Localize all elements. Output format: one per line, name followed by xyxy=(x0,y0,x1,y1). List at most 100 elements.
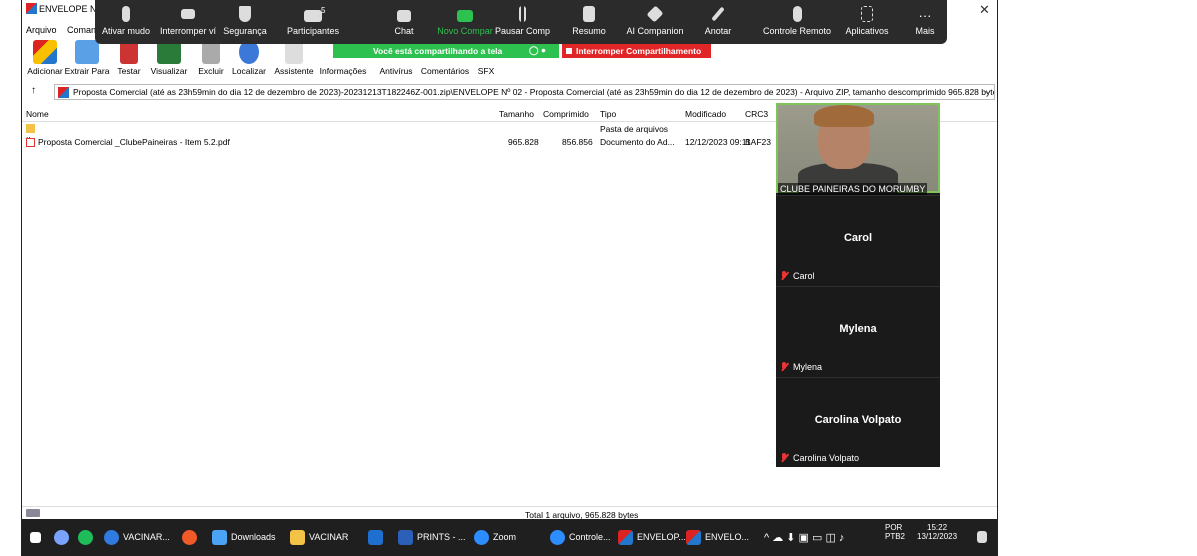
close-icon[interactable]: ✕ xyxy=(979,2,990,18)
outlook-icon[interactable] xyxy=(368,528,383,546)
zoom-icon xyxy=(474,529,489,545)
folder-extract-icon xyxy=(75,40,99,64)
pause-share-button[interactable]: Pausar Comp xyxy=(495,6,550,36)
participants-panel: CLUBE PAINEIRAS DO MORUMBY Carol Carol M… xyxy=(776,103,940,467)
menu-bar: Arquivo Coman xyxy=(26,25,104,35)
taskbar-prints-word[interactable]: PRINTS - ... xyxy=(398,528,466,546)
sharing-indicator[interactable]: Você está compartilhando a tela ◯ ● xyxy=(333,44,559,58)
col-modified[interactable]: Modificado xyxy=(685,109,726,119)
word-icon xyxy=(398,529,413,545)
taskbar-downloads[interactable]: Downloads xyxy=(212,528,276,546)
summary-icon xyxy=(583,6,595,22)
summary-button[interactable]: Resumo xyxy=(569,6,609,36)
winrar-icon xyxy=(618,529,633,545)
col-size[interactable]: Tamanho xyxy=(499,109,534,119)
chrome-icon xyxy=(104,529,119,545)
view-button[interactable]: Visualizar xyxy=(146,40,192,76)
ai-companion-button[interactable]: AI Companion xyxy=(623,5,687,36)
mute-button[interactable]: Ativar mudo xyxy=(100,6,152,36)
apps-button[interactable]: Aplicativos xyxy=(843,6,891,36)
participants-button[interactable]: Participantes 5 xyxy=(281,6,345,36)
more-button[interactable]: ··· Mais xyxy=(907,6,943,36)
archive-add-icon xyxy=(33,40,57,64)
taskbar-vacinar-folder[interactable]: VACINAR xyxy=(290,528,348,546)
video-tile[interactable]: CLUBE PAINEIRAS DO MORUMBY xyxy=(776,103,940,195)
new-share-button[interactable]: Novo Compar xyxy=(437,6,493,36)
participant-video-hair xyxy=(814,105,874,127)
stop-share-button[interactable]: Interromper Compartilhamento xyxy=(562,44,711,58)
participants-count: 5 xyxy=(321,6,326,15)
sharing-status-icons[interactable]: ◯ ● xyxy=(529,45,546,56)
video-participant-name: CLUBE PAINEIRAS DO MORUMBY xyxy=(778,183,928,195)
screen: ENVELOPE Nº 0 ✕ Arquivo Coman Adicionar … xyxy=(0,0,1197,556)
taskbar-envelope-2[interactable]: ENVELO... xyxy=(686,528,749,546)
share-screen-icon xyxy=(457,10,473,22)
microphone-icon xyxy=(122,6,130,22)
participant-tile[interactable]: Carol Carol xyxy=(776,195,940,285)
col-type[interactable]: Tipo xyxy=(600,109,616,119)
taskbar: VACINAR... Downloads VACINAR PRINTS - ..… xyxy=(22,519,997,556)
firefox-icon[interactable] xyxy=(182,528,197,546)
file-size: 965.828 xyxy=(508,137,539,147)
drive-icon xyxy=(26,509,40,517)
file-compressed: 856.856 xyxy=(562,137,593,147)
participant-tile[interactable]: Carolina Volpato Carolina Volpato xyxy=(776,377,940,467)
col-name[interactable]: Nome xyxy=(26,109,49,119)
wizard-button[interactable]: Assistente xyxy=(270,40,318,76)
annotate-button[interactable]: Anotar xyxy=(701,6,735,36)
muted-mic-icon xyxy=(780,453,789,463)
apps-icon xyxy=(861,6,873,22)
pause-icon xyxy=(518,6,526,22)
col-compressed[interactable]: Comprimido xyxy=(543,109,589,119)
participant-tile[interactable]: Mylena Mylena xyxy=(776,286,940,376)
mouse-icon xyxy=(792,6,802,22)
zoom-meeting-toolbar: Ativar mudo Interromper ví Segurança Par… xyxy=(95,0,947,44)
taskbar-envelope-1[interactable]: ENVELOP... xyxy=(618,528,686,546)
muted-mic-icon xyxy=(780,362,789,372)
winrar-icon xyxy=(686,529,701,545)
chat-button[interactable]: Chat xyxy=(387,6,421,36)
menu-arquivo[interactable]: Arquivo xyxy=(26,25,57,35)
archive-icon xyxy=(58,87,69,98)
add-button[interactable]: Adicionar xyxy=(24,40,66,76)
security-button[interactable]: Segurança xyxy=(221,6,269,36)
windows-start-icon[interactable] xyxy=(30,528,41,546)
delete-button[interactable]: Excluir xyxy=(192,40,230,76)
path-field[interactable]: Proposta Comercial (até as 23h59min do d… xyxy=(54,84,995,100)
stop-icon xyxy=(566,48,572,54)
zoom-icon xyxy=(550,529,565,545)
find-button[interactable]: Localizar xyxy=(228,40,270,76)
file-type: Pasta de arquivos xyxy=(600,124,669,134)
taskbar-zoom[interactable]: Zoom xyxy=(474,528,516,546)
search-icon[interactable] xyxy=(54,528,69,546)
path-text: Proposta Comercial (até as 23h59min do d… xyxy=(73,87,995,97)
sparkle-icon xyxy=(646,5,664,23)
muted-mic-icon xyxy=(780,271,789,281)
language-indicator[interactable]: POR PTB2 xyxy=(885,523,905,541)
taskbar-controle[interactable]: Controle... xyxy=(550,528,611,546)
pen-icon xyxy=(711,6,725,22)
whatsapp-icon[interactable] xyxy=(78,528,93,546)
menu-comandos[interactable]: Coman xyxy=(67,25,96,35)
shield-icon xyxy=(239,6,251,22)
clock[interactable]: 15:22 13/12/2023 xyxy=(917,523,957,541)
tray-icons[interactable]: ^ ☁ ⬇ ▣ ▭ ◫ ♪ xyxy=(764,528,844,546)
taskbar-vacinar-chrome[interactable]: VACINAR... xyxy=(104,528,170,546)
status-bar: Total 1 arquivo, 965.828 bytes xyxy=(22,506,997,520)
download-icon xyxy=(212,529,227,545)
chevron-down-icon[interactable]: ⌵ xyxy=(984,86,991,97)
address-bar: ↑ Proposta Comercial (até as 23h59min do… xyxy=(22,84,997,100)
stop-video-button[interactable]: Interromper ví xyxy=(157,6,219,36)
up-arrow-icon[interactable]: ↑ xyxy=(31,85,36,96)
participants-icon xyxy=(304,10,322,22)
pdf-icon xyxy=(26,138,35,147)
notification-icon[interactable] xyxy=(977,528,987,546)
video-camera-icon xyxy=(181,9,195,19)
remote-control-button[interactable]: Controle Remoto xyxy=(759,6,835,36)
test-button[interactable]: Testar xyxy=(110,40,148,76)
chat-icon xyxy=(397,10,411,22)
winrar-icon xyxy=(26,3,37,14)
extract-button[interactable]: Extrair Para xyxy=(64,40,110,76)
col-crc[interactable]: CRC3 xyxy=(745,109,768,119)
file-name: Proposta Comercial _ClubePaineiras - Ite… xyxy=(38,137,230,147)
